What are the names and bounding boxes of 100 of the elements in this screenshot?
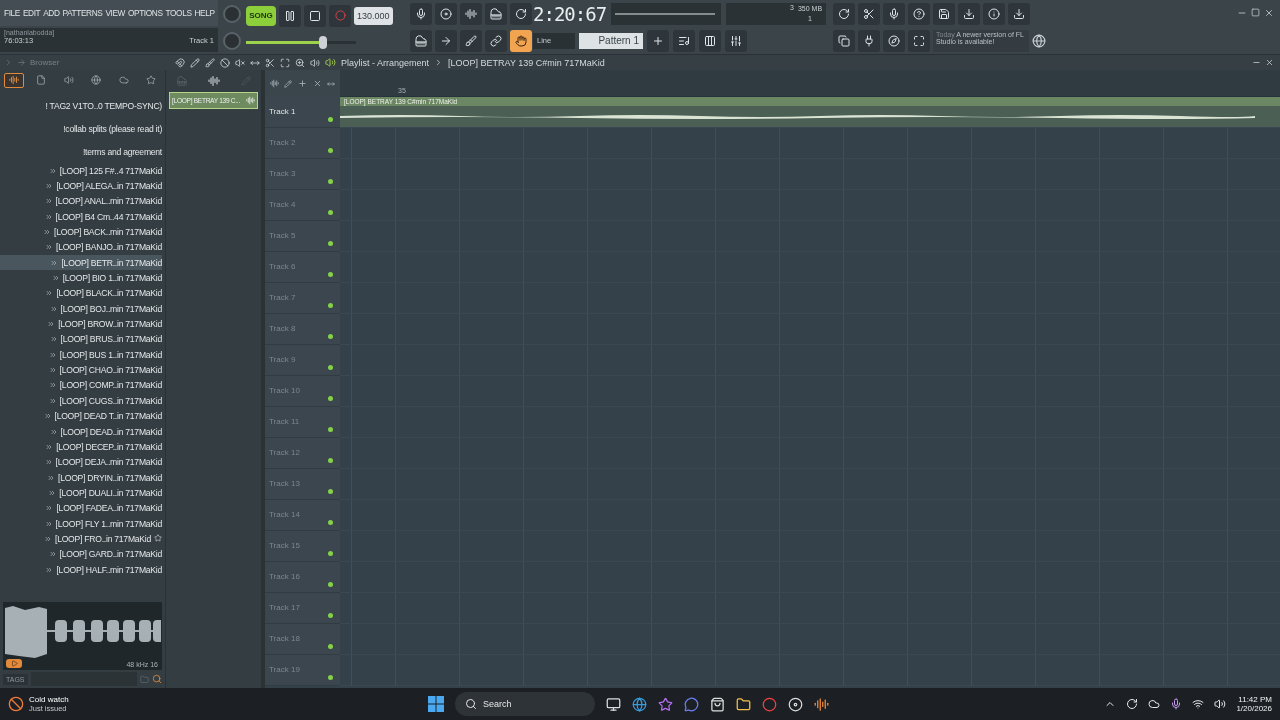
track-enabled-dot[interactable]: [328, 613, 333, 618]
browser-item[interactable]: [LOOP] BOJ..min 717MaKid: [0, 301, 162, 317]
master-volume-slider[interactable]: [246, 36, 356, 50]
pause-button[interactable]: [279, 4, 301, 27]
brush-button[interactable]: [459, 29, 482, 52]
cut-button[interactable]: [858, 2, 880, 25]
browser-item[interactable]: ! TAG2 V1TO..0 TEMPO-SYNC): [0, 94, 162, 117]
browser-item[interactable]: [LOOP] FLY 1..min 717MaKid: [0, 515, 162, 532]
track-enabled-dot[interactable]: [328, 179, 333, 184]
play-button[interactable]: [6, 659, 22, 668]
song-mode-button[interactable]: SONG: [246, 5, 276, 26]
track-enabled-dot[interactable]: [328, 458, 333, 463]
stop-button[interactable]: [304, 4, 326, 27]
add-pattern-button[interactable]: [647, 29, 669, 52]
pattern-select[interactable]: Pattern 1: [579, 32, 643, 49]
track-enabled-dot[interactable]: [328, 334, 333, 339]
menu-item[interactable]: PATTERNS: [62, 8, 103, 19]
browser-item[interactable]: [LOOP] FADEA..in 717MaKid: [0, 500, 162, 516]
track-header[interactable]: Track 1: [265, 97, 340, 128]
browser-item[interactable]: [LOOP] DUALI..in 717MaKid: [0, 485, 162, 501]
track-enabled-dot[interactable]: [328, 520, 333, 525]
browser-item[interactable]: [LOOP] DEAD T..in 717MaKid: [0, 408, 162, 424]
browser-item[interactable]: [LOOP] DEJA..min 717MaKid: [0, 454, 162, 470]
browser-item[interactable]: !terms and agreement: [0, 140, 162, 163]
plugin-button[interactable]: [858, 29, 880, 52]
browser-item[interactable]: [LOOP] BRUS..in 717MaKid: [0, 331, 162, 348]
playlist-button[interactable]: [673, 29, 695, 52]
file-name: !terms and agreement: [82, 146, 162, 157]
browser-item[interactable]: [LOOP] FRO..in 717MaKid: [0, 531, 162, 547]
browser-item[interactable]: [LOOP] BLACK..in 717MaKid: [0, 285, 162, 302]
loop-record-button[interactable]: [509, 2, 532, 25]
typing-keyboard-button[interactable]: [484, 2, 507, 25]
browser-item[interactable]: [LOOP] DECEP..in 717MaKid: [0, 439, 162, 455]
download-button[interactable]: [1008, 2, 1030, 25]
copy-button[interactable]: [833, 29, 855, 52]
browser-item[interactable]: [LOOP] BIO 1..in 717MaKid: [0, 270, 162, 286]
browser-item[interactable]: !collab splits (please read it): [0, 117, 162, 140]
save-button[interactable]: [933, 2, 955, 25]
tempo-display[interactable]: 130.000: [354, 6, 393, 25]
keyboard-button[interactable]: [409, 29, 432, 52]
track-enabled-dot[interactable]: [328, 427, 333, 432]
browser-item[interactable]: [LOOP] BACK..min 717MaKid: [0, 224, 162, 240]
waveform-icon: [246, 96, 255, 105]
channel-rack-button[interactable]: [699, 29, 721, 52]
arrow-button[interactable]: [434, 29, 457, 52]
track-enabled-dot[interactable]: [328, 644, 333, 649]
link-button[interactable]: [484, 29, 507, 52]
track-enabled-dot[interactable]: [328, 148, 333, 153]
browser-item[interactable]: [LOOP] BROW..in 717MaKid: [0, 316, 162, 332]
browser-item[interactable]: [LOOP] HALF..min 717MaKid: [0, 561, 162, 578]
track-enabled-dot[interactable]: [328, 396, 333, 401]
menu-item[interactable]: OPTIONS: [128, 8, 163, 19]
globe-icon: [1032, 33, 1046, 48]
browser-item[interactable]: [LOOP] BETR..in 717MaKid: [0, 255, 162, 271]
browser-item[interactable]: [LOOP] DEAD..in 717MaKid: [0, 423, 162, 440]
browser-tab[interactable]: [3, 72, 24, 88]
double-chevron-icon: [45, 289, 54, 298]
help-button[interactable]: [908, 2, 930, 25]
track-enabled-dot[interactable]: [328, 551, 333, 556]
track-enabled-dot[interactable]: [328, 210, 333, 215]
tempo-tapper-button[interactable]: [883, 29, 905, 52]
app-icon: [788, 696, 803, 712]
file-name: [LOOP] BLACK..in 717MaKid: [56, 288, 162, 299]
browser-item[interactable]: [LOOP] ALEGA..in 717MaKid: [0, 178, 162, 194]
fullscreen-button[interactable]: [908, 29, 930, 52]
browser-item[interactable]: [LOOP] DRYIN..in 717MaKid: [0, 469, 162, 486]
track-enabled-dot[interactable]: [328, 489, 333, 494]
browser-item[interactable]: [LOOP] BANJO..in 717MaKid: [0, 239, 162, 256]
browser-item[interactable]: [LOOP] CUGS..in 717MaKid: [0, 393, 162, 409]
menu-item[interactable]: EDIT: [22, 8, 41, 19]
search-field[interactable]: Search: [455, 692, 595, 716]
menu-item[interactable]: FILE: [4, 8, 20, 19]
track-enabled-dot[interactable]: [328, 675, 333, 680]
browser-item[interactable]: [LOOP] 125 F#..4 717MaKid: [0, 163, 162, 179]
menu-item[interactable]: TOOLS: [165, 8, 192, 19]
volume-knob[interactable]: [223, 4, 241, 23]
pitch-knob[interactable]: [223, 31, 241, 50]
track-enabled-dot[interactable]: [328, 272, 333, 277]
menu-item[interactable]: HELP: [194, 8, 215, 19]
menu-item[interactable]: ADD: [43, 8, 60, 19]
browser-item[interactable]: [LOOP] CHAO..in 717MaKid: [0, 362, 162, 378]
info-button[interactable]: [983, 2, 1005, 25]
mic-button[interactable]: [883, 2, 905, 25]
start-icon[interactable]: [428, 696, 444, 712]
undo-button[interactable]: [833, 2, 855, 25]
track-enabled-dot[interactable]: [328, 241, 333, 246]
record-mode-button[interactable]: [434, 2, 457, 25]
track-enabled-dot[interactable]: [328, 582, 333, 587]
mixer-button[interactable]: [725, 29, 747, 52]
track-enabled-dot[interactable]: [328, 303, 333, 308]
menu-item[interactable]: VIEW: [105, 8, 125, 19]
track-enabled-dot[interactable]: [328, 365, 333, 370]
browser-item[interactable]: [LOOP] ANAL..min 717MaKid: [0, 193, 162, 210]
export-button[interactable]: [958, 2, 980, 25]
browser-item[interactable]: [LOOP] B4 Cm..44 717MaKid: [0, 209, 162, 225]
browser-item[interactable]: [LOOP] COMP..in 717MaKid: [0, 377, 162, 394]
browser-item[interactable]: [LOOP] GARD..in 717MaKid: [0, 546, 162, 562]
arrow-icon: [17, 58, 26, 67]
browser-item[interactable]: [LOOP] BUS 1..in 717MaKid: [0, 347, 162, 363]
track-enabled-dot[interactable]: [328, 117, 333, 122]
